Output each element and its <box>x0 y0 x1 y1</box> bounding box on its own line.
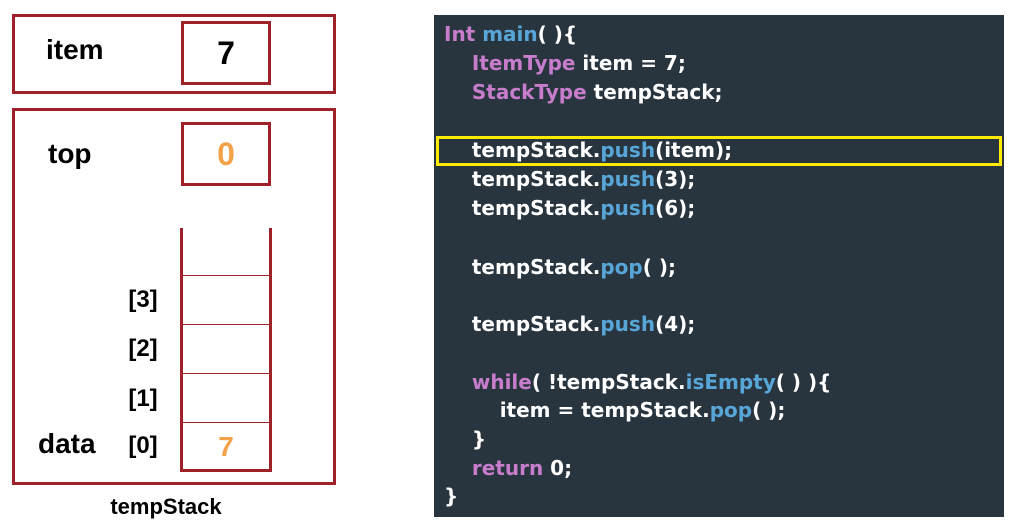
item-label: item <box>46 34 104 65</box>
code-text: 0; <box>543 456 573 480</box>
code-line: return 0; <box>444 456 572 480</box>
code-function: main <box>482 22 538 46</box>
code-line: tempStack.push(4); <box>444 312 695 336</box>
stack-right-wall <box>269 228 272 472</box>
code-text: tempStack; <box>586 80 723 104</box>
code-line: item = tempStack.pop( ); <box>444 398 786 422</box>
code-text: ( ) ){ <box>775 370 832 394</box>
code-function: push <box>600 196 656 220</box>
stack-cell-0: 7 <box>183 422 269 471</box>
stack-index-label: [2] <box>128 335 158 362</box>
code-text: } <box>444 484 459 508</box>
top-value-cell: 0 <box>181 122 271 186</box>
code-line: tempStack.push(3); <box>444 167 695 191</box>
code-text: tempStack. <box>444 167 601 191</box>
stack-index-label: [1] <box>128 385 158 412</box>
code-text: ( ); <box>752 398 786 422</box>
code-text: ( !tempStack. <box>531 370 686 394</box>
code-line: } <box>444 427 486 451</box>
code-text: ( ){ <box>537 22 578 46</box>
code-function: pop <box>709 398 753 422</box>
stack-cell-1 <box>183 373 269 422</box>
code-text: item = 7; <box>575 51 686 75</box>
code-line: tempStack.pop( ); <box>444 255 676 279</box>
code-keyword: Int <box>444 22 483 46</box>
code-line: Int main( ){ <box>444 22 577 46</box>
code-keyword: while <box>471 370 532 394</box>
code-line: ItemType item = 7; <box>444 51 686 75</box>
top-label: top <box>48 138 92 169</box>
code-text: tempStack. <box>444 312 601 336</box>
code-text: ( ); <box>642 255 676 279</box>
code-text: item = tempStack. <box>444 398 710 422</box>
code-text: tempStack. <box>444 196 601 220</box>
stack-caption: tempStack <box>110 494 222 519</box>
code-function: push <box>600 312 656 336</box>
code-text: (4); <box>655 312 696 336</box>
code-line: } <box>444 484 458 508</box>
code-line: while( !tempStack.isEmpty( ) ){ <box>444 370 832 394</box>
code-keyword: return <box>471 456 544 480</box>
stack-index-label: [0] <box>128 432 158 459</box>
code-text: tempStack. <box>444 255 601 279</box>
code-text: } <box>444 427 487 451</box>
stack-index-label: [3] <box>128 286 158 313</box>
code-function: pop <box>600 255 643 279</box>
item-value-cell: 7 <box>181 21 271 85</box>
stack-cell-2 <box>183 324 269 373</box>
code-text: (3); <box>655 167 696 191</box>
code-line: tempStack.push(6); <box>444 196 695 220</box>
code-line: StackType tempStack; <box>444 80 723 104</box>
current-line-highlight <box>436 136 1002 166</box>
data-label: data <box>38 428 96 459</box>
stack-cell-3 <box>183 275 269 324</box>
code-function: isEmpty <box>685 370 776 394</box>
code-keyword: StackType <box>471 80 587 104</box>
code-text: (6); <box>655 196 696 220</box>
code-function: push <box>600 167 656 191</box>
code-keyword: ItemType <box>471 51 576 75</box>
